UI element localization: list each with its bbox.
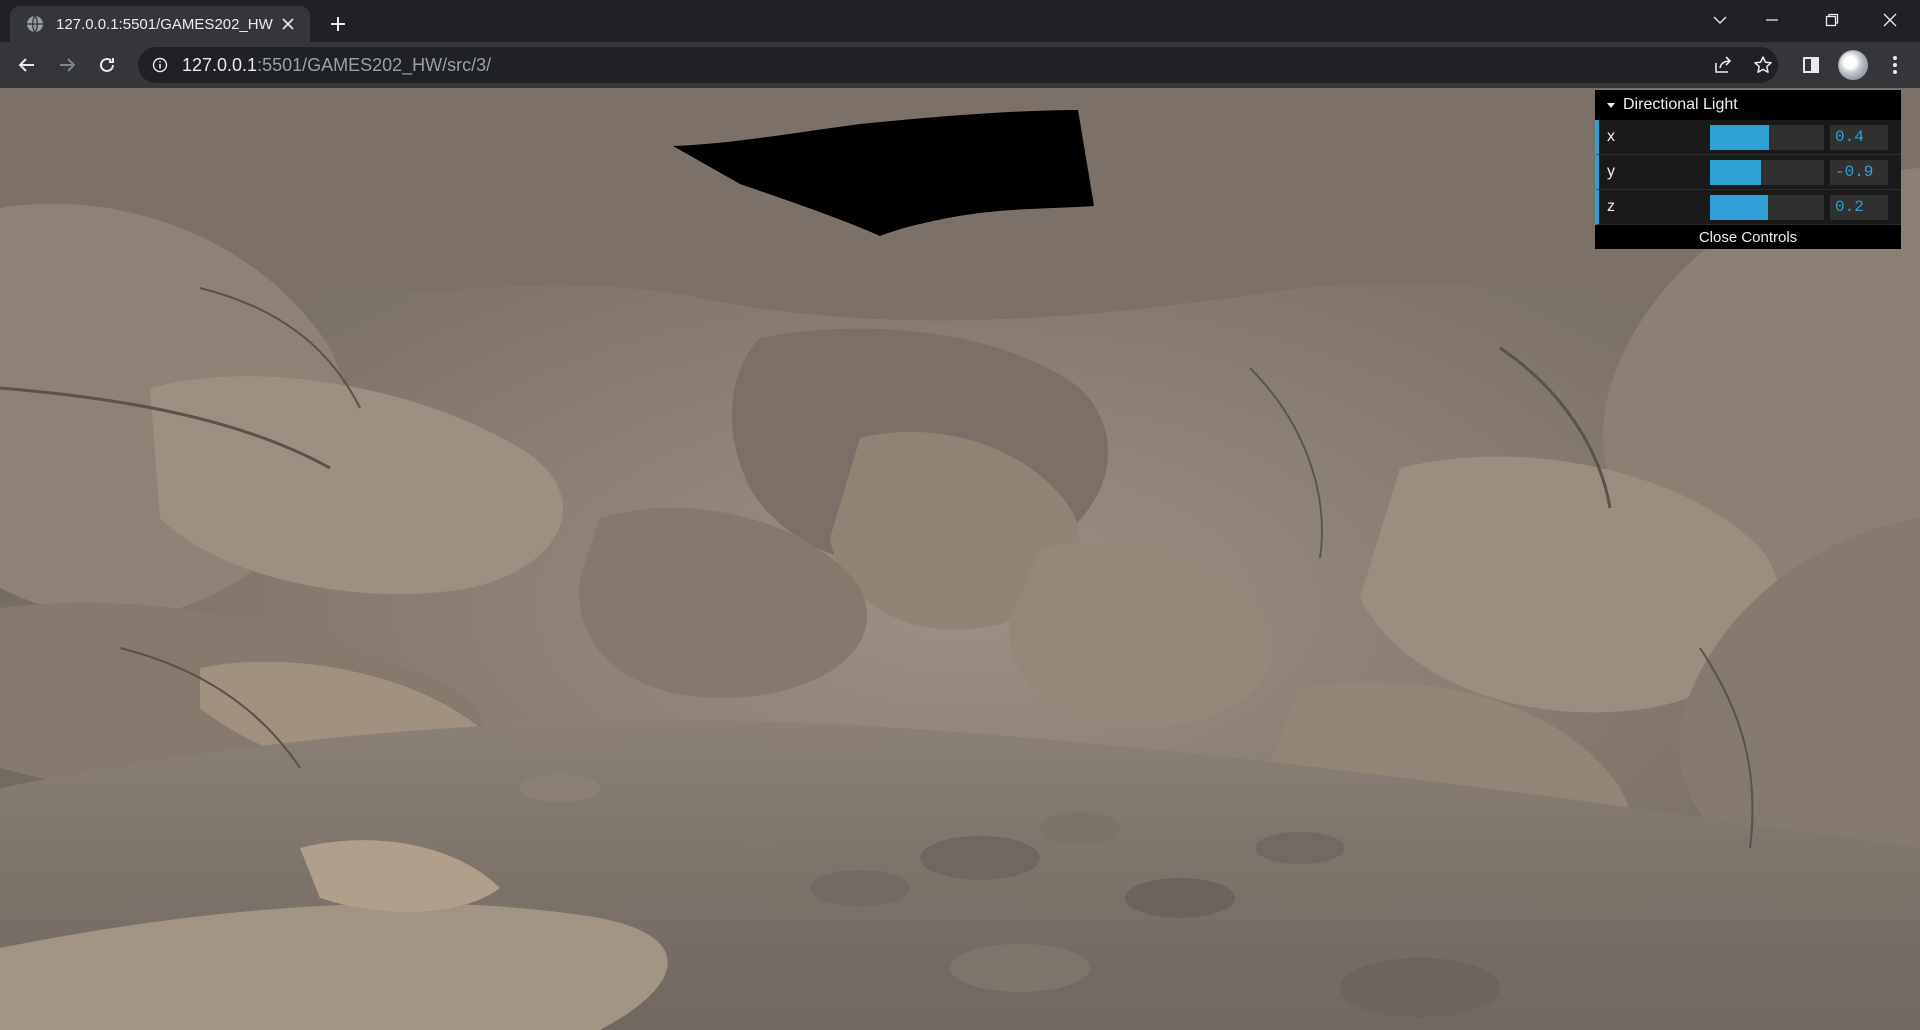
controls-panel: Directional Light x 0.4 y -0.9 z 0.2 Clo… <box>1595 90 1901 249</box>
reload-icon <box>100 57 114 72</box>
plus-icon <box>331 17 345 31</box>
share-icon <box>1715 56 1732 73</box>
reload-button[interactable] <box>92 50 122 80</box>
side-panel-icon <box>1803 57 1819 73</box>
folder-directional-light[interactable]: Directional Light <box>1595 90 1901 120</box>
tab-close-icon[interactable] <box>278 14 298 34</box>
tab-strip: 127.0.0.1:5501/GAMES202_HW <box>0 0 1920 42</box>
slider-fill-z <box>1710 194 1769 220</box>
control-row-z: z 0.2 <box>1595 190 1901 225</box>
star-icon <box>1754 56 1772 73</box>
info-icon[interactable] <box>152 57 168 73</box>
new-tab-button[interactable] <box>324 10 352 38</box>
arrow-right-icon <box>60 58 76 72</box>
number-input-x[interactable]: 0.4 <box>1830 124 1888 150</box>
collapse-triangle-icon <box>1607 102 1615 108</box>
slider-y[interactable] <box>1710 159 1824 185</box>
close-controls-button[interactable]: Close Controls <box>1595 225 1901 249</box>
control-label-x: x <box>1607 128 1615 145</box>
share-button[interactable] <box>1708 50 1738 80</box>
slider-fill-y <box>1710 159 1762 185</box>
kebab-menu-icon <box>1893 56 1897 74</box>
minimize-button[interactable] <box>1752 4 1792 36</box>
browser-tab[interactable]: 127.0.0.1:5501/GAMES202_HW <box>10 6 310 42</box>
close-icon <box>1883 13 1897 27</box>
control-row-y: y -0.9 <box>1595 155 1901 190</box>
url-path: :5501/GAMES202_HW/src/3/ <box>257 54 492 75</box>
profile-avatar[interactable] <box>1838 50 1868 80</box>
chevron-down-icon <box>1713 16 1727 24</box>
forward-button[interactable] <box>52 50 82 80</box>
control-row-x: x 0.4 <box>1595 120 1901 155</box>
side-panel-button[interactable] <box>1796 50 1826 80</box>
arrow-left-icon <box>18 58 34 72</box>
url-text: 127.0.0.1:5501/GAMES202_HW/src/3/ <box>182 55 491 76</box>
back-button[interactable] <box>12 50 42 80</box>
tab-search-button[interactable] <box>1700 4 1740 36</box>
slider-x[interactable] <box>1710 124 1824 150</box>
menu-button[interactable] <box>1880 50 1910 80</box>
url-host: 127.0.0.1 <box>182 54 258 75</box>
tab-title: 127.0.0.1:5501/GAMES202_HW <box>56 15 273 33</box>
slider-z[interactable] <box>1710 194 1824 220</box>
slider-fill-x <box>1710 124 1770 150</box>
globe-icon <box>27 15 43 33</box>
minimize-icon <box>1766 19 1778 21</box>
restore-icon <box>1825 13 1839 27</box>
folder-title: Directional Light <box>1623 96 1738 113</box>
close-window-button[interactable] <box>1870 4 1910 36</box>
restore-button[interactable] <box>1812 4 1852 36</box>
number-input-z[interactable]: 0.2 <box>1830 194 1888 220</box>
bookmark-button[interactable] <box>1748 50 1778 80</box>
control-label-y: y <box>1607 163 1615 180</box>
browser-toolbar: 127.0.0.1:5501/GAMES202_HW/src/3/ <box>0 42 1920 88</box>
address-bar[interactable]: 127.0.0.1:5501/GAMES202_HW/src/3/ <box>138 47 1778 83</box>
control-label-z: z <box>1607 198 1615 215</box>
number-input-y[interactable]: -0.9 <box>1830 159 1888 185</box>
webgl-canvas[interactable]: Directional Light x 0.4 y -0.9 z 0.2 Clo… <box>0 88 1920 1030</box>
